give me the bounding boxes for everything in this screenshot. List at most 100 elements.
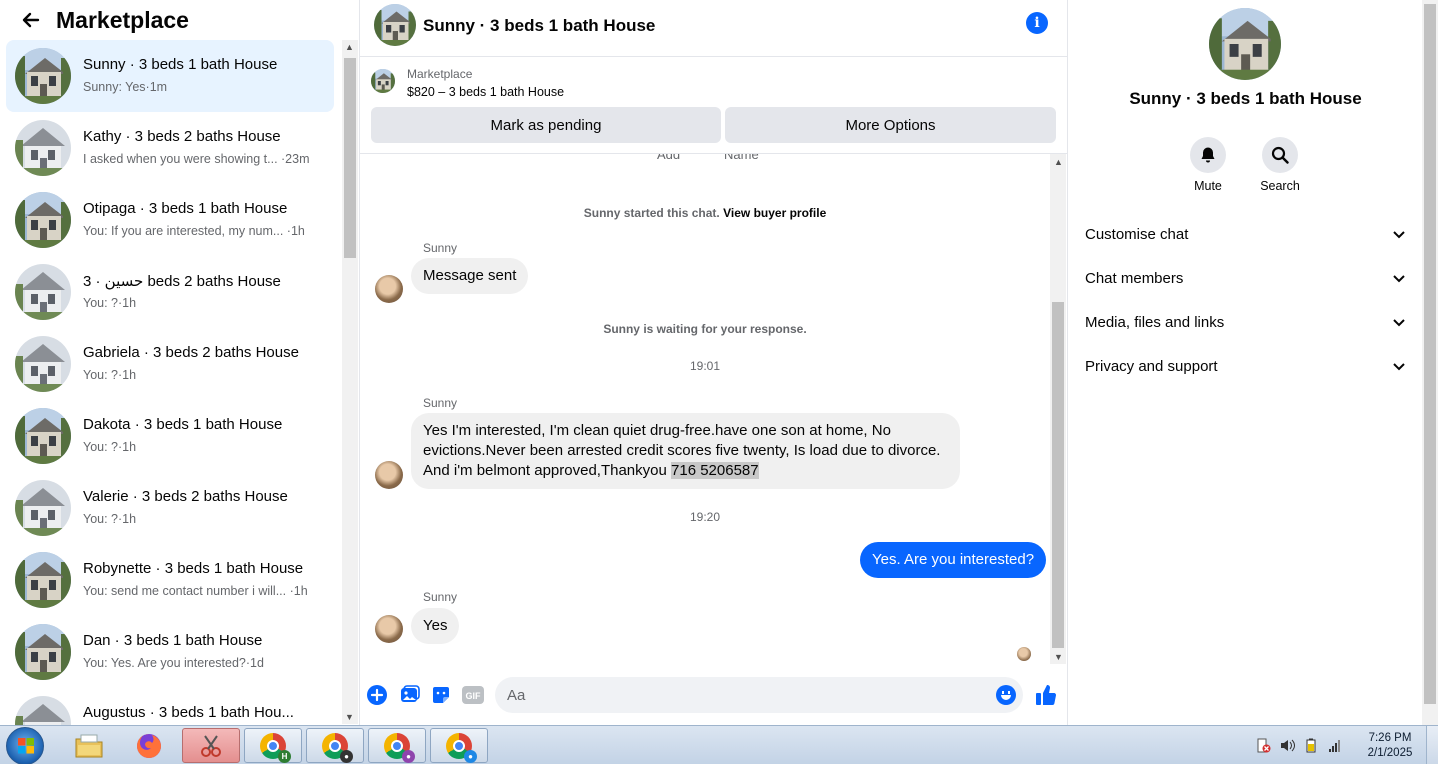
network-signal-icon[interactable] xyxy=(1328,738,1343,753)
firefox-icon[interactable] xyxy=(120,728,178,763)
chrome-profile-blue-icon[interactable]: ● xyxy=(430,728,488,763)
plus-icon[interactable] xyxy=(367,685,387,705)
svg-text:GIF: GIF xyxy=(466,691,482,701)
sidebar-scrollbar[interactable]: ▲ ▼ xyxy=(342,40,358,724)
start-button[interactable] xyxy=(6,727,44,764)
show-desktop-button[interactable] xyxy=(1426,726,1438,764)
sidebar-scroll-thumb[interactable] xyxy=(344,58,356,258)
conversation-avatar xyxy=(15,624,71,680)
mute-button[interactable]: Mute xyxy=(1178,137,1238,193)
clock-date: 2/1/2025 xyxy=(1367,747,1413,759)
section-chat-members[interactable]: Chat members xyxy=(1075,258,1415,298)
conversation-item-dan[interactable]: Dan · 3 beds 1 bath House You: Yes. Are … xyxy=(6,616,334,688)
scroll-up-arrow-icon[interactable]: ▲ xyxy=(1054,157,1063,167)
conversation-preview: You: ?·1h xyxy=(83,296,137,310)
chat-avatar[interactable] xyxy=(374,4,416,46)
conversation-avatar xyxy=(15,336,71,392)
message-sender: Sunny xyxy=(423,241,458,255)
page-scrollbar[interactable] xyxy=(1422,0,1438,725)
conversation-item-dakota[interactable]: Dakota · 3 beds 1 bath House You: ?·1h xyxy=(6,400,334,472)
conversation-item-augustus[interactable]: Augustus · 3 beds 1 bath Hou... xyxy=(6,688,334,725)
conversation-item-kathy[interactable]: Kathy · 3 beds 2 baths House I asked whe… xyxy=(6,112,334,184)
chat-details-panel: Sunny · 3 beds 1 bath House Mute Search … xyxy=(1069,0,1422,725)
like-icon[interactable] xyxy=(1034,683,1058,707)
conversation-name: Gabriela · 3 beds 2 baths House xyxy=(83,344,299,361)
sender-avatar[interactable] xyxy=(375,615,403,643)
more-options-button[interactable]: More Options xyxy=(725,107,1056,143)
scroll-down-arrow-icon[interactable]: ▼ xyxy=(345,712,354,722)
conversation-item-valerie[interactable]: Valerie · 3 beds 2 baths House You: ?·1h xyxy=(6,472,334,544)
chevron-down-icon xyxy=(1393,358,1405,375)
message-thread: Add Name Sunny started this chat. View b… xyxy=(360,154,1068,664)
conversation-name: Augustus · 3 beds 1 bath Hou... xyxy=(83,704,294,721)
phone-number[interactable]: 716 5206587 xyxy=(671,462,759,479)
chat-scrollbar[interactable]: ▲ ▼ xyxy=(1050,154,1066,664)
conversation-preview: Sunny: Yes·1m xyxy=(83,80,168,94)
section-customise-chat[interactable]: Customise chat xyxy=(1075,214,1415,254)
search-label: Search xyxy=(1260,179,1300,193)
conversation-preview: I asked when you were showing t... ·23m xyxy=(83,152,310,166)
scroll-up-arrow-icon[interactable]: ▲ xyxy=(345,42,354,52)
conversation-name: Otipaga · 3 beds 1 bath House xyxy=(83,200,288,217)
mark-as-pending-button[interactable]: Mark as pending xyxy=(371,107,721,143)
message-bubble-incoming[interactable]: Message sent xyxy=(411,258,529,294)
sender-avatar[interactable] xyxy=(375,461,403,489)
search-button[interactable]: Search xyxy=(1250,137,1310,193)
photo-icon[interactable] xyxy=(400,685,420,705)
conversation-preview: You: If you are interested, my num... ·1… xyxy=(83,224,305,238)
details-avatar[interactable] xyxy=(1209,8,1281,80)
chat-scroll-thumb[interactable] xyxy=(1052,302,1064,648)
file-explorer-icon[interactable] xyxy=(60,728,118,763)
section-label: Chat members xyxy=(1085,269,1184,287)
listing-price-title[interactable]: $820 – 3 beds 1 bath House xyxy=(407,85,564,99)
chrome-profile-h-icon[interactable]: H xyxy=(244,728,302,763)
sender-avatar[interactable] xyxy=(375,275,403,303)
info-icon[interactable]: i xyxy=(1026,12,1048,34)
conversation-preview: You: ?·1h xyxy=(83,512,137,526)
message-bubble-incoming[interactable]: Yes xyxy=(411,608,460,644)
volume-icon[interactable] xyxy=(1280,738,1295,753)
chrome-profile-purple-icon[interactable]: ● xyxy=(368,728,426,763)
section-media-files-links[interactable]: Media, files and links xyxy=(1075,302,1415,342)
listing-thumbnail[interactable] xyxy=(371,69,395,93)
message-bubble-incoming[interactable]: Yes I'm interested, I'm clean quiet drug… xyxy=(411,413,960,489)
conversation-avatar xyxy=(15,552,71,608)
chat-title[interactable]: Sunny · 3 beds 1 bath House xyxy=(423,16,655,36)
conversation-item-robynette[interactable]: Robynette · 3 beds 1 bath House You: sen… xyxy=(6,544,334,616)
clipped-profile-text: Add xyxy=(657,154,681,162)
conversation-item-sunny[interactable]: Sunny · 3 beds 1 bath House Sunny: Yes·1… xyxy=(6,40,334,112)
gif-icon[interactable]: GIF xyxy=(462,685,484,705)
conversation-item-gabriela[interactable]: Gabriela · 3 beds 2 baths House You: ?·1… xyxy=(6,328,334,400)
page-scroll-thumb[interactable] xyxy=(1424,4,1436,704)
conversation-item-husain[interactable]: حسين · 3 beds 2 baths House You: ?·1h xyxy=(6,256,334,328)
section-privacy-support[interactable]: Privacy and support xyxy=(1075,346,1415,386)
scroll-down-arrow-icon[interactable]: ▼ xyxy=(1054,652,1063,662)
message-timestamp: 19:20 xyxy=(689,510,721,524)
conversation-avatar xyxy=(15,48,71,104)
seen-avatar xyxy=(1017,647,1031,661)
conversation-item-otipaga[interactable]: Otipaga · 3 beds 1 bath House You: If yo… xyxy=(6,184,334,256)
chrome-profile-person-icon[interactable]: ● xyxy=(306,728,364,763)
back-arrow-icon[interactable] xyxy=(14,3,48,37)
bell-icon xyxy=(1190,137,1226,173)
conversation-avatar xyxy=(15,408,71,464)
message-sender: Sunny xyxy=(423,590,458,604)
action-center-icon[interactable] xyxy=(1256,738,1271,753)
snipping-tool-icon[interactable] xyxy=(182,728,240,763)
view-buyer-profile-link[interactable]: View buyer profile xyxy=(723,206,826,220)
battery-icon[interactable] xyxy=(1304,738,1319,753)
message-bubble-outgoing[interactable]: Yes. Are you interested? xyxy=(860,542,1047,578)
taskbar-clock[interactable]: 7:26 PM 2/1/2025 xyxy=(1358,731,1422,761)
chat-started-text: Sunny started this chat. xyxy=(583,206,720,220)
message-composer: GIF xyxy=(360,664,1068,725)
conversation-name: Robynette · 3 beds 1 bath House xyxy=(83,560,304,577)
emoji-icon[interactable] xyxy=(996,685,1016,705)
search-icon xyxy=(1262,137,1298,173)
conversation-preview: You: Yes. Are you interested?·1d xyxy=(83,656,264,670)
chat-panel: Sunny · 3 beds 1 bath House i Marketplac… xyxy=(360,0,1068,725)
sticker-icon[interactable] xyxy=(431,685,451,705)
conversation-name: حسين · 3 beds 2 baths House xyxy=(83,273,281,290)
message-input[interactable] xyxy=(495,677,1023,713)
message-timestamp: 19:01 xyxy=(689,359,721,373)
conversation-name: Valerie · 3 beds 2 baths House xyxy=(83,488,288,505)
